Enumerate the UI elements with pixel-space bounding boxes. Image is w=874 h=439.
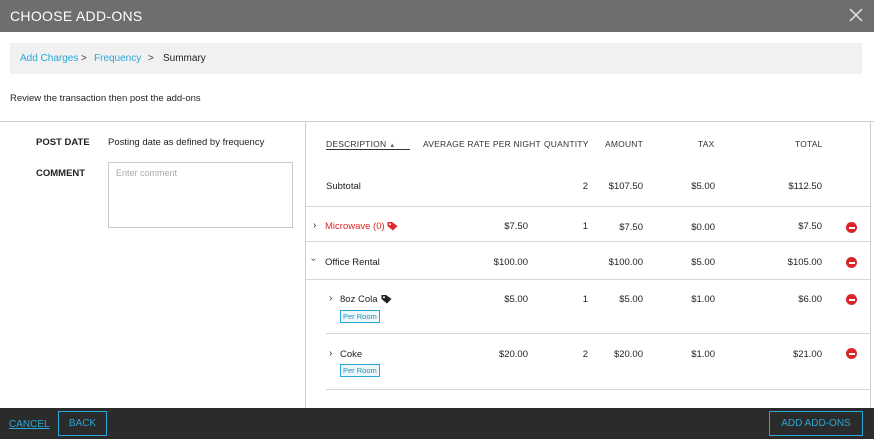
remove-icon[interactable] — [846, 257, 857, 268]
row-description-microwave[interactable]: Microwave (0) — [325, 221, 385, 232]
breadcrumb: Add Charges > Frequency > Summary — [10, 43, 862, 74]
back-button[interactable]: BACK — [58, 411, 107, 436]
remove-icon[interactable] — [846, 348, 857, 359]
header-amount: AMOUNT — [605, 139, 644, 149]
cancel-button[interactable]: CANCEL — [9, 419, 50, 430]
subtotal-amount: $107.50 — [608, 181, 643, 192]
row-description-office-rental[interactable]: Office Rental — [325, 257, 380, 268]
row-amount: $7.50 — [619, 222, 643, 233]
row-tax: $1.00 — [691, 349, 715, 360]
subtotal-total: $112.50 — [788, 181, 822, 192]
row-tax: $1.00 — [691, 294, 715, 305]
row-quantity: 2 — [582, 349, 588, 360]
chevron-right-icon[interactable]: › — [313, 220, 316, 231]
breadcrumb-summary: Summary — [163, 53, 206, 64]
row-description-8oz-cola[interactable]: 8oz Cola — [340, 294, 378, 305]
comment-field[interactable] — [109, 163, 292, 227]
row-total: $7.50 — [798, 221, 822, 232]
remove-icon[interactable] — [846, 222, 857, 233]
instructions-text: Review the transaction then post the add… — [10, 93, 201, 104]
header-description[interactable]: DESCRIPTION ▲ — [326, 139, 395, 149]
row-rate: $5.00 — [504, 294, 528, 305]
row-divider — [326, 389, 870, 390]
remove-icon[interactable] — [846, 294, 857, 305]
close-icon[interactable] — [848, 6, 864, 24]
row-amount: $20.00 — [613, 349, 643, 360]
header-description-underline — [326, 149, 410, 150]
header-avg-rate: AVERAGE RATE PER NIGHT — [423, 139, 541, 149]
comment-field-wrapper — [108, 162, 293, 228]
subtotal-tax: $5.00 — [691, 181, 715, 192]
header-description-label: DESCRIPTION — [326, 139, 387, 149]
add-add-ons-button[interactable]: ADD ADD-ONS — [769, 411, 863, 436]
row-divider — [326, 333, 870, 334]
tag-icon — [387, 222, 398, 231]
row-rate: $7.50 — [504, 221, 528, 232]
right-border — [870, 121, 871, 408]
post-date-value: Posting date as defined by frequency — [108, 137, 265, 148]
chevron-right-icon[interactable]: › — [329, 348, 332, 359]
row-amount: $100.00 — [608, 257, 643, 268]
breadcrumb-frequency[interactable]: Frequency — [94, 53, 141, 64]
per-room-badge: Per Room — [340, 364, 380, 377]
row-quantity: 1 — [582, 294, 588, 305]
row-divider — [306, 206, 870, 207]
row-total: $6.00 — [798, 294, 822, 305]
row-divider — [306, 279, 870, 280]
row-tax: $5.00 — [691, 257, 715, 268]
row-total: $21.00 — [792, 349, 822, 360]
row-quantity: 1 — [582, 221, 588, 232]
row-tax: $0.00 — [691, 222, 715, 233]
row-total: $105.00 — [787, 257, 822, 268]
chevron-right-icon[interactable]: › — [329, 293, 332, 304]
header-tax: TAX — [698, 139, 715, 149]
chevron-down-icon[interactable]: › — [308, 258, 319, 261]
row-rate: $20.00 — [498, 349, 528, 360]
subtotal-quantity: 2 — [582, 181, 588, 192]
row-divider — [306, 241, 870, 242]
section-divider — [0, 121, 874, 122]
dialog-title: CHOOSE ADD-ONS — [10, 8, 143, 24]
row-description-coke[interactable]: Coke — [340, 349, 362, 360]
breadcrumb-separator: > — [148, 53, 154, 64]
breadcrumb-add-charges[interactable]: Add Charges — [20, 53, 78, 64]
dialog-footer: CANCEL BACK ADD ADD-ONS — [0, 408, 874, 439]
row-amount: $5.00 — [619, 294, 643, 305]
comment-label: COMMENT — [36, 168, 86, 179]
header-quantity: QUANTITY — [544, 139, 589, 149]
per-room-badge: Per Room — [340, 310, 380, 323]
subtotal-label: Subtotal — [326, 181, 361, 192]
tag-icon — [381, 295, 392, 304]
header-total: TOTAL — [795, 139, 823, 149]
dialog-titlebar: CHOOSE ADD-ONS — [0, 0, 874, 32]
column-divider — [305, 121, 306, 408]
post-date-label: POST DATE — [36, 137, 90, 148]
row-rate: $100.00 — [493, 257, 528, 268]
breadcrumb-separator: > — [81, 53, 87, 64]
